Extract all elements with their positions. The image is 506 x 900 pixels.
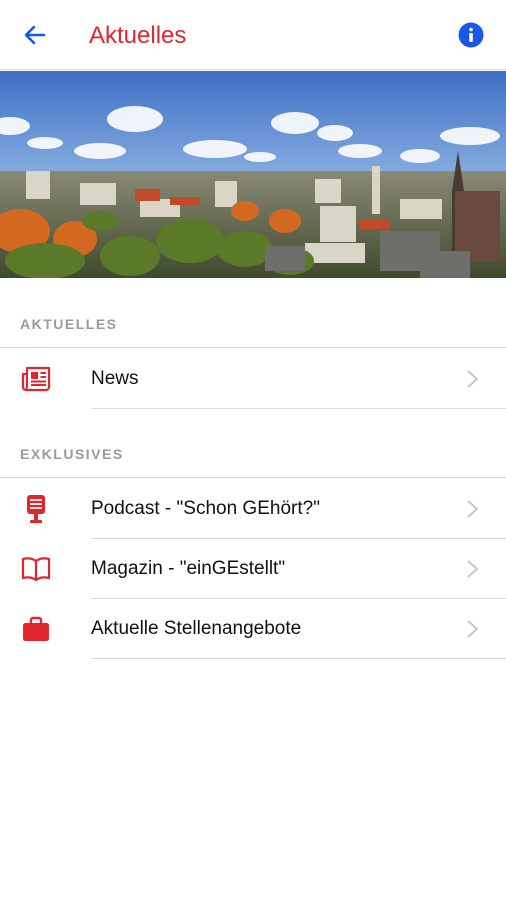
section-header-aktuelles: AKTUELLES [20,316,118,332]
section-divider [0,477,506,478]
row-separator [91,658,506,659]
chevron-right-icon [467,620,479,638]
list-item-news[interactable]: News [0,349,506,409]
chevron-right-icon [467,500,479,518]
microphone-icon [27,495,45,523]
chevron-right-icon [467,560,479,578]
info-circle-icon[interactable] [458,22,484,48]
section-divider [0,347,506,348]
section-header-exklusives: EXKLUSIVES [20,446,124,462]
row-separator [91,408,506,409]
list-item-label: Aktuelle Stellenangebote [91,618,302,639]
open-book-icon [21,557,51,582]
list-item-podcast[interactable]: Podcast - "Schon GEhört?" [0,479,506,539]
list-item-label: News [91,368,139,389]
page-title: Aktuelles [89,22,187,49]
city-panorama-image [0,71,506,278]
list-item-label: Podcast - "Schon GEhört?" [91,498,320,519]
list-item-magazin[interactable]: Magazin - "einGEstellt" [0,539,506,599]
newspaper-icon [21,366,51,392]
briefcase-icon [23,616,49,641]
navigation-bar: Aktuelles [0,0,506,70]
chevron-right-icon [467,370,479,388]
arrow-left-icon[interactable] [20,20,50,50]
list-item-label: Magazin - "einGEstellt" [91,558,286,579]
list-item-stellenangebote[interactable]: Aktuelle Stellenangebote [0,599,506,659]
